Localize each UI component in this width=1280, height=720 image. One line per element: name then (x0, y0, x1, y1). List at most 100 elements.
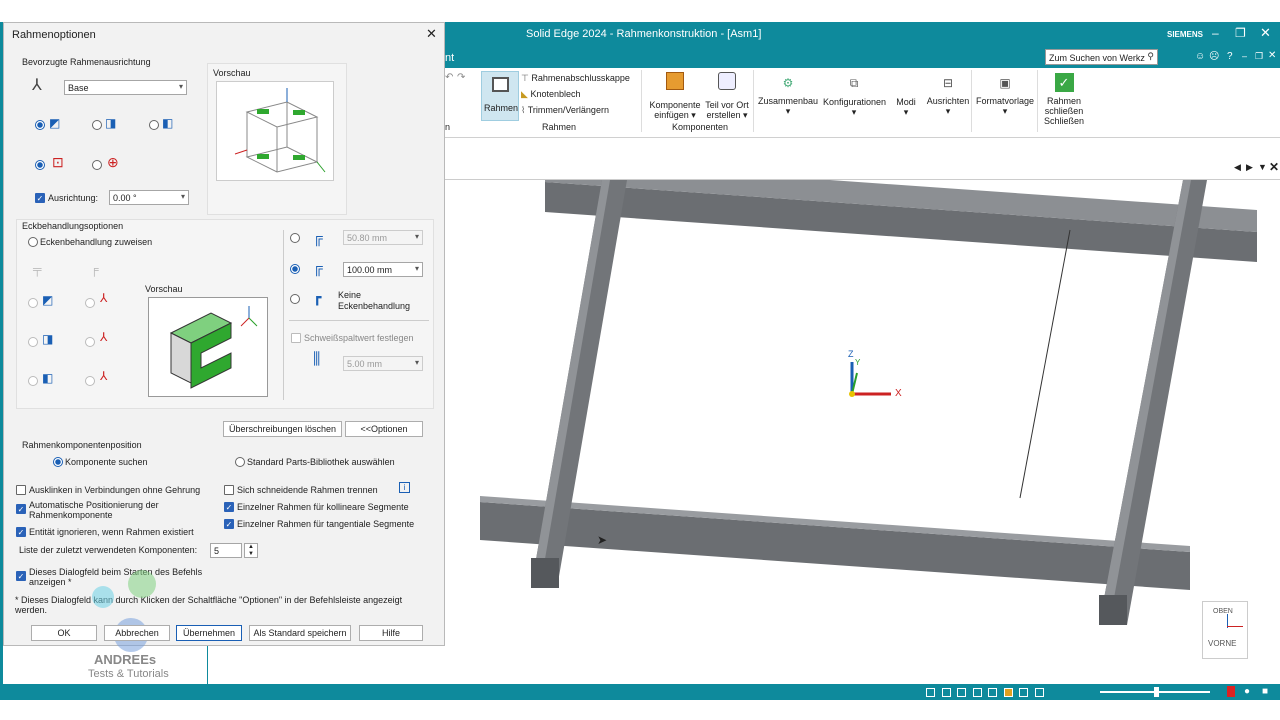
frown-icon[interactable]: ☹ (1209, 51, 1219, 62)
help-icon[interactable]: ? (1227, 51, 1233, 62)
restore-icon[interactable]: ❐ (1235, 26, 1246, 40)
minimize-ribbon-icon[interactable]: – (1242, 51, 1247, 61)
create-in-place-button[interactable]: Teil vor Ort erstellen ▾ (703, 72, 751, 120)
corner-assign-radio[interactable] (28, 237, 38, 247)
position-section-label: Rahmenkomponentenposition (22, 440, 142, 450)
fit-icon[interactable] (957, 688, 967, 697)
redo-icon[interactable]: ↷ (457, 72, 465, 83)
corner-value2-field[interactable]: 100.00 mm ▾ (343, 262, 423, 277)
configurations-button[interactable]: ⧉ Konfigurationen ▾ (823, 76, 886, 118)
alignment-field[interactable]: 0.00 ° ▾ (109, 190, 189, 205)
no-corner-line2: Eckenbehandlung (338, 301, 411, 311)
view-icon[interactable] (926, 688, 935, 697)
pan-icon[interactable] (972, 688, 982, 697)
recent-list-field[interactable]: 5 (210, 543, 242, 558)
xz-corner-icon: ◧ (42, 371, 54, 385)
clear-overrides-button[interactable]: Überschreibungen löschen (223, 421, 342, 437)
corner-value1-field[interactable]: 50.80 mm ▾ (343, 230, 423, 245)
preview2-label: Vorschau (145, 284, 183, 294)
orient-yz-radio[interactable] (92, 120, 102, 130)
3d-viewport[interactable]: Z Y X OBEN VORNE (445, 160, 1280, 684)
style-icon: ▣ (999, 76, 1011, 90)
weld-gap-checkbox[interactable] (291, 333, 301, 343)
corner-xyz3-radio[interactable] (85, 376, 95, 386)
no-corner-radio[interactable] (290, 294, 300, 304)
section-icon[interactable] (1019, 688, 1029, 697)
zoom-icon[interactable] (941, 688, 951, 697)
gusset-item[interactable]: ◣ Knotenblech (521, 89, 580, 100)
dialog-close-icon[interactable]: ✕ (426, 26, 437, 42)
recent-list-spinner[interactable]: ▲ ▼ (244, 543, 258, 558)
stop-icon[interactable]: ■ (1262, 686, 1268, 697)
modes-button[interactable]: Modi ▾ (891, 76, 921, 118)
record-dot-icon[interactable]: ● (1244, 686, 1250, 697)
view-cube-front[interactable]: VORNE (1208, 639, 1236, 648)
trim-item[interactable]: ⌇ Trimmen/Verlängern (521, 105, 609, 116)
record-icon[interactable] (1227, 686, 1235, 697)
ribbon-divider (971, 70, 972, 132)
rahmen-button[interactable]: Rahmen (481, 71, 519, 121)
align-button[interactable]: ⊟ Ausrichten ▾ (925, 76, 971, 117)
style-status-icon[interactable] (1003, 688, 1013, 697)
corner-yz-radio[interactable] (28, 337, 38, 347)
help-button[interactable]: Hilfe (359, 625, 423, 641)
save-default-button[interactable]: Als Standard speichern (249, 625, 351, 641)
restore-ribbon-icon[interactable]: ❐ (1255, 51, 1263, 62)
ok-button[interactable]: OK (31, 625, 97, 641)
close-frame-button[interactable]: ✓ Rahmen schließen Schließen (1039, 73, 1089, 126)
corner-xz-radio[interactable] (28, 376, 38, 386)
auto-position-line1: Automatische Positionierung der (29, 500, 159, 510)
corner-type2-radio[interactable] (290, 264, 300, 274)
rotate-icon[interactable] (988, 688, 998, 697)
display-icon[interactable] (1034, 688, 1044, 697)
next-arrow-icon[interactable]: ▶ (1246, 162, 1253, 173)
ignore-entity-checkbox[interactable] (16, 527, 26, 537)
separate-frames-checkbox[interactable] (224, 485, 234, 495)
assembly-icon: ⚙ (782, 76, 794, 90)
close-doc-icon[interactable]: ✕ (1268, 50, 1276, 61)
apply-button[interactable]: Übernehmen (176, 625, 242, 641)
weld-gap-field[interactable]: 5.00 mm ▾ (343, 356, 423, 371)
view-cube-top[interactable]: OBEN (1213, 608, 1233, 615)
position-edge-radio[interactable] (35, 160, 45, 170)
orient-xy-radio[interactable] (35, 120, 45, 130)
endcap-item[interactable]: ⊤ Rahmenabschlusskappe (521, 73, 630, 84)
orientation-preview-group: Vorschau (207, 63, 347, 215)
show-dialog-checkbox[interactable] (16, 571, 26, 581)
cancel-button[interactable]: Abbrechen (104, 625, 170, 641)
find-component-radio[interactable] (53, 457, 63, 467)
orientation-select[interactable]: Base ▾ (64, 80, 187, 95)
position-center-radio[interactable] (92, 160, 102, 170)
corner-xyz1-radio[interactable] (85, 298, 95, 308)
dropdown-arrow-icon[interactable]: ▼ (1258, 162, 1267, 172)
alignment-checkbox[interactable] (35, 193, 45, 203)
insert-component-button[interactable]: Komponente einfügen ▾ (649, 72, 701, 120)
close-window-icon[interactable]: ✕ (1260, 25, 1271, 41)
corner-type1-radio[interactable] (290, 233, 300, 243)
collinear-checkbox[interactable] (224, 502, 234, 512)
command-bar: ◀ ▶ ▼ ✕ (445, 158, 1280, 180)
ignore-entity-label: Entität ignorieren, wenn Rahmen existier… (29, 527, 194, 537)
view-cube[interactable]: OBEN VORNE (1202, 601, 1248, 659)
orient-xz-radio[interactable] (149, 120, 159, 130)
auto-position-checkbox[interactable] (16, 504, 26, 514)
info-icon[interactable]: i (399, 482, 410, 493)
corner-xy-radio[interactable] (28, 298, 38, 308)
minimize-icon[interactable]: – (1212, 26, 1219, 40)
close-commandbar-icon[interactable]: ✕ (1269, 160, 1279, 174)
style-button[interactable]: ▣ Formatvorlage ▾ (973, 76, 1037, 117)
tangent-checkbox[interactable] (224, 519, 234, 529)
zoom-slider-handle[interactable] (1154, 687, 1159, 697)
undo-icon[interactable]: ↶ (445, 72, 453, 83)
library-radio[interactable] (235, 457, 245, 467)
chevron-down-icon: ▾ (414, 358, 419, 367)
assembly-button[interactable]: ⚙ Zusammenbau ▾ (757, 76, 819, 117)
smiley-icon[interactable]: ☺ (1195, 51, 1205, 62)
unlink-checkbox[interactable] (16, 485, 26, 495)
tab-fragment[interactable]: nt (445, 52, 454, 64)
command-search-input[interactable]: Zum Suchen von Werkz ⚲ (1045, 49, 1158, 65)
options-button[interactable]: <<Optionen (345, 421, 423, 437)
frame-preview-graphic (234, 88, 326, 173)
prev-arrow-icon[interactable]: ◀ (1234, 162, 1241, 173)
corner-xyz2-radio[interactable] (85, 337, 95, 347)
